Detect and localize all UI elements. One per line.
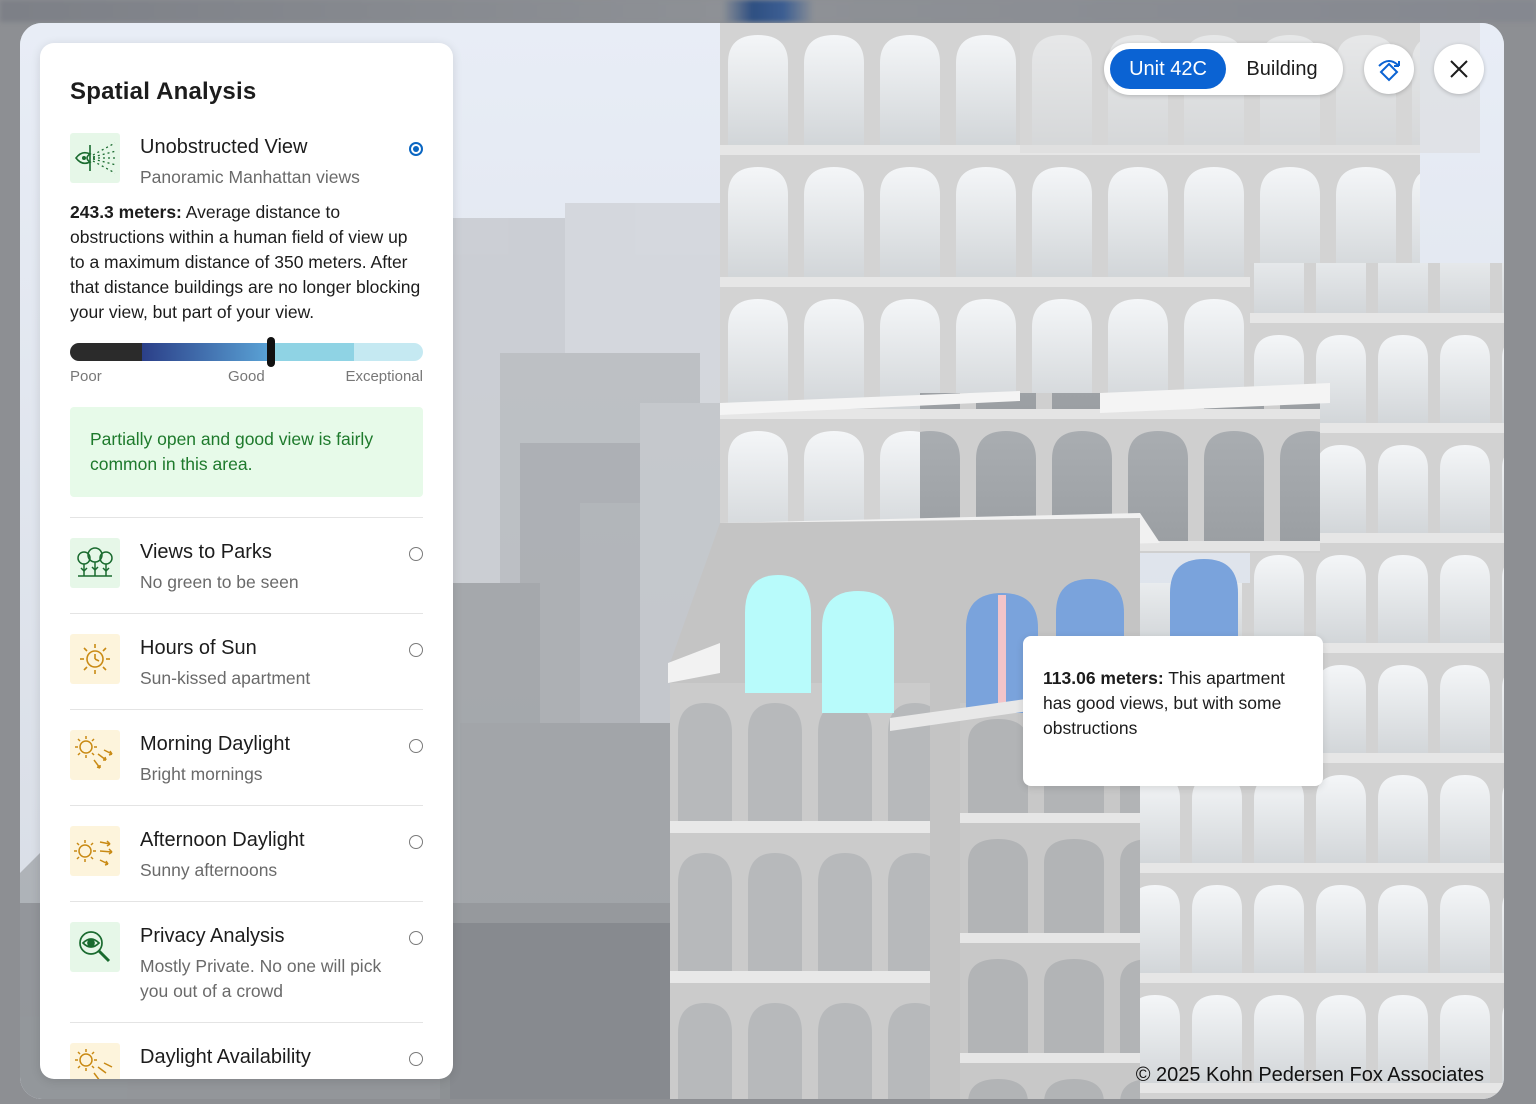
option-label: Privacy Analysis (140, 925, 285, 947)
metric-description: 243.3 meters: Average distance to obstru… (70, 200, 423, 325)
sun-rays-icon (70, 730, 120, 780)
scale-label-poor: Poor (70, 368, 102, 385)
divider (70, 805, 423, 806)
divider (70, 517, 423, 518)
analysis-option-hours-of-sun[interactable]: Hours of Sun Sun-kissed apartment (70, 634, 423, 689)
unit-view-tooltip: 113.06 meters: This apartment has good v… (1023, 636, 1323, 786)
option-label: Unobstructed View (140, 136, 308, 158)
scale-marker (267, 337, 275, 367)
analysis-option-daylight-availability[interactable]: Daylight Availability (70, 1043, 423, 1079)
analysis-option-morning-daylight[interactable]: Morning Daylight Bright mornings (70, 730, 423, 785)
background-page-strip (0, 0, 1536, 22)
radio-afternoon-daylight[interactable] (409, 835, 423, 849)
analysis-option-unobstructed-view[interactable]: Unobstructed View Panoramic Manhattan vi… (70, 133, 423, 188)
tooltip-metric: 113.06 meters: (1043, 668, 1164, 688)
analysis-option-privacy-analysis[interactable]: Privacy Analysis Mostly Private. No one … (70, 922, 423, 1002)
spatial-analysis-modal: Spatial Analysis Unobstructed View Panor… (20, 23, 1504, 1099)
divider (70, 901, 423, 902)
magnifier-eye-icon (70, 922, 120, 972)
copyright-notice: © 2025 Kohn Pedersen Fox Associates (1135, 1064, 1484, 1086)
trees-icon (70, 538, 120, 588)
tower-lower-facade (670, 683, 930, 1099)
option-label: Daylight Availability (140, 1046, 311, 1068)
radio-morning-daylight[interactable] (409, 739, 423, 753)
eye-view-icon (70, 133, 120, 183)
radio-daylight-availability[interactable] (409, 1052, 423, 1066)
option-subtitle: Mostly Private. No one will pick you out… (140, 956, 382, 1001)
sun-rays-icon (70, 1043, 120, 1079)
option-subtitle: No green to be seen (140, 572, 299, 592)
rotate-3d-icon (1378, 60, 1400, 82)
divider (70, 1022, 423, 1023)
view-quality-scale (70, 337, 423, 367)
radio-hours-of-sun[interactable] (409, 643, 423, 657)
metric-value: 243.3 meters: (70, 202, 182, 222)
scale-label-exceptional: Exceptional (345, 368, 423, 385)
close-button[interactable] (1434, 44, 1484, 94)
view-summary-note: Partially open and good view is fairly c… (70, 407, 423, 497)
sun-rays-icon (70, 826, 120, 876)
scale-labels: Poor Good Exceptional (70, 368, 423, 388)
option-label: Hours of Sun (140, 637, 257, 659)
radio-privacy-analysis[interactable] (409, 931, 423, 945)
option-label: Afternoon Daylight (140, 829, 305, 851)
radio-views-to-parks[interactable] (409, 547, 423, 561)
divider (70, 613, 423, 614)
close-icon (1450, 60, 1468, 78)
divider (70, 709, 423, 710)
option-subtitle: Sunny afternoons (140, 860, 278, 880)
analysis-option-afternoon-daylight[interactable]: Afternoon Daylight Sunny afternoons (70, 826, 423, 881)
option-subtitle: Bright mornings (140, 764, 263, 784)
toggle-unit-button[interactable]: Unit 42C (1110, 49, 1226, 89)
option-label: Views to Parks (140, 541, 272, 563)
option-subtitle: Sun-kissed apartment (140, 668, 311, 688)
option-label: Morning Daylight (140, 733, 291, 755)
analysis-option-views-to-parks[interactable]: Views to Parks No green to be seen (70, 538, 423, 593)
panel-title: Spatial Analysis (70, 78, 257, 105)
unit-building-toggle: Unit 42C Building (1104, 43, 1343, 95)
radio-unobstructed-view[interactable] (409, 142, 423, 156)
option-subtitle: Panoramic Manhattan views (140, 167, 360, 187)
spatial-analysis-panel: Spatial Analysis Unobstructed View Panor… (40, 43, 453, 1079)
scale-label-good: Good (228, 368, 265, 385)
sun-icon (70, 634, 120, 684)
view-3d-button[interactable] (1364, 44, 1414, 94)
toggle-building-button[interactable]: Building (1228, 49, 1336, 89)
